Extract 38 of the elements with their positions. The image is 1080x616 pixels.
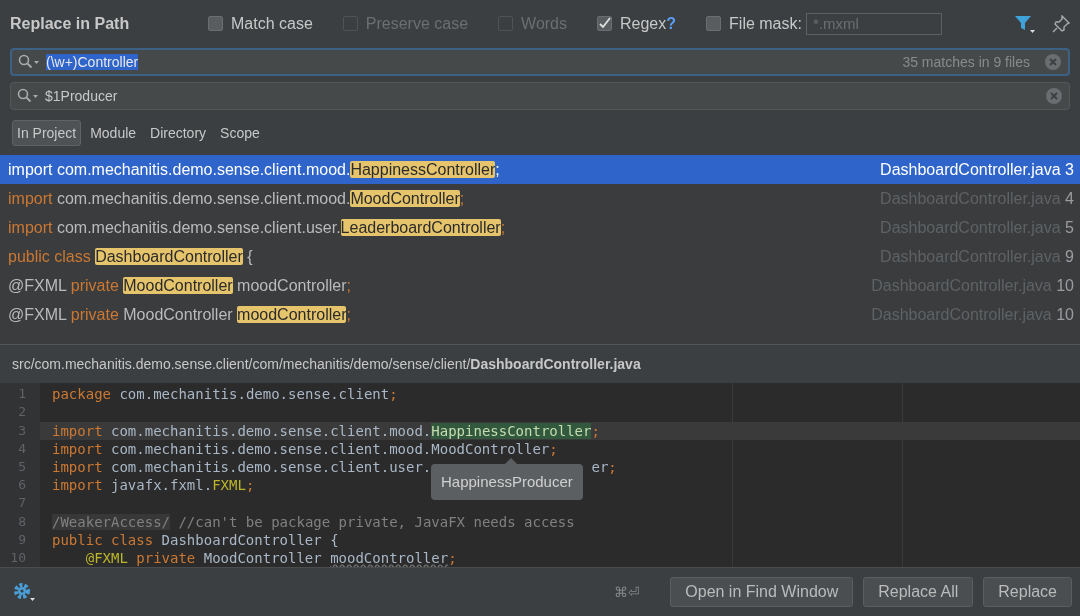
code-line: import com.mechanitis.demo.sense.client.user. bbox=[52, 457, 432, 477]
code-line: import com.mechanitis.demo.sense.client.mood.MoodController; bbox=[52, 439, 558, 458]
clear-icon[interactable] bbox=[1044, 52, 1062, 71]
scope-tab[interactable]: In Project bbox=[12, 120, 82, 147]
search-icon[interactable] bbox=[18, 53, 40, 70]
checkbox[interactable] bbox=[706, 16, 722, 32]
match-count: 35 matches in 9 files bbox=[902, 53, 1030, 70]
option-label: Match case bbox=[231, 14, 313, 33]
code-line: @FXML private MoodController moodController; bbox=[84, 548, 457, 568]
result-row[interactable]: import com.mechanitis.demo.sense.client.mood.HappinessController; DashboardController.java 3 bbox=[0, 155, 1080, 185]
shortcut-hint: ⌘⏎ bbox=[614, 584, 641, 601]
code-line: er; bbox=[591, 457, 617, 477]
scope-tab[interactable]: Module bbox=[85, 120, 142, 147]
option-label: Regex? bbox=[620, 14, 677, 33]
tooltip: HappinessProducer bbox=[431, 464, 583, 501]
code-line: package com.mechanitis.demo.sense.client; bbox=[52, 385, 398, 404]
clear-icon[interactable] bbox=[1045, 86, 1063, 105]
search-field[interactable]: (\w+)Controller 35 matches in 9 files bbox=[10, 47, 1070, 76]
scope-tab[interactable]: Directory bbox=[145, 120, 212, 147]
action-button[interactable]: Replace bbox=[983, 577, 1072, 608]
scope-tab[interactable]: Scope bbox=[215, 120, 265, 147]
checkbox[interactable] bbox=[597, 16, 612, 32]
code-line: /WeakerAccess/ //can't be package private, JavaFX needs access bbox=[52, 512, 575, 531]
action-button[interactable]: Replace All bbox=[863, 577, 974, 608]
code-line: public class DashboardController { bbox=[52, 530, 339, 549]
code-line: import com.mechanitis.demo.sense.client.mood.HappinessController; bbox=[52, 421, 600, 440]
code-line: import javafx.fxml.FXML; bbox=[52, 476, 255, 495]
settings-icon[interactable] bbox=[12, 581, 36, 604]
search-icon[interactable] bbox=[17, 87, 39, 104]
pin-icon[interactable] bbox=[1052, 14, 1070, 33]
replace-field[interactable]: $1Producer bbox=[10, 81, 1070, 110]
tooltip-arrow bbox=[505, 458, 517, 465]
filter-icon[interactable] bbox=[1014, 13, 1036, 34]
checkbox[interactable] bbox=[208, 16, 223, 32]
file-path: src/com.mechanitis.demo.sense.client/com/mechanitis/demo/sense/client/DashboardController.java bbox=[12, 356, 641, 373]
option-label: File mask: bbox=[729, 14, 802, 33]
action-button[interactable]: Open in Find Window bbox=[670, 577, 854, 608]
dialog-title: Replace in Path bbox=[10, 14, 131, 33]
